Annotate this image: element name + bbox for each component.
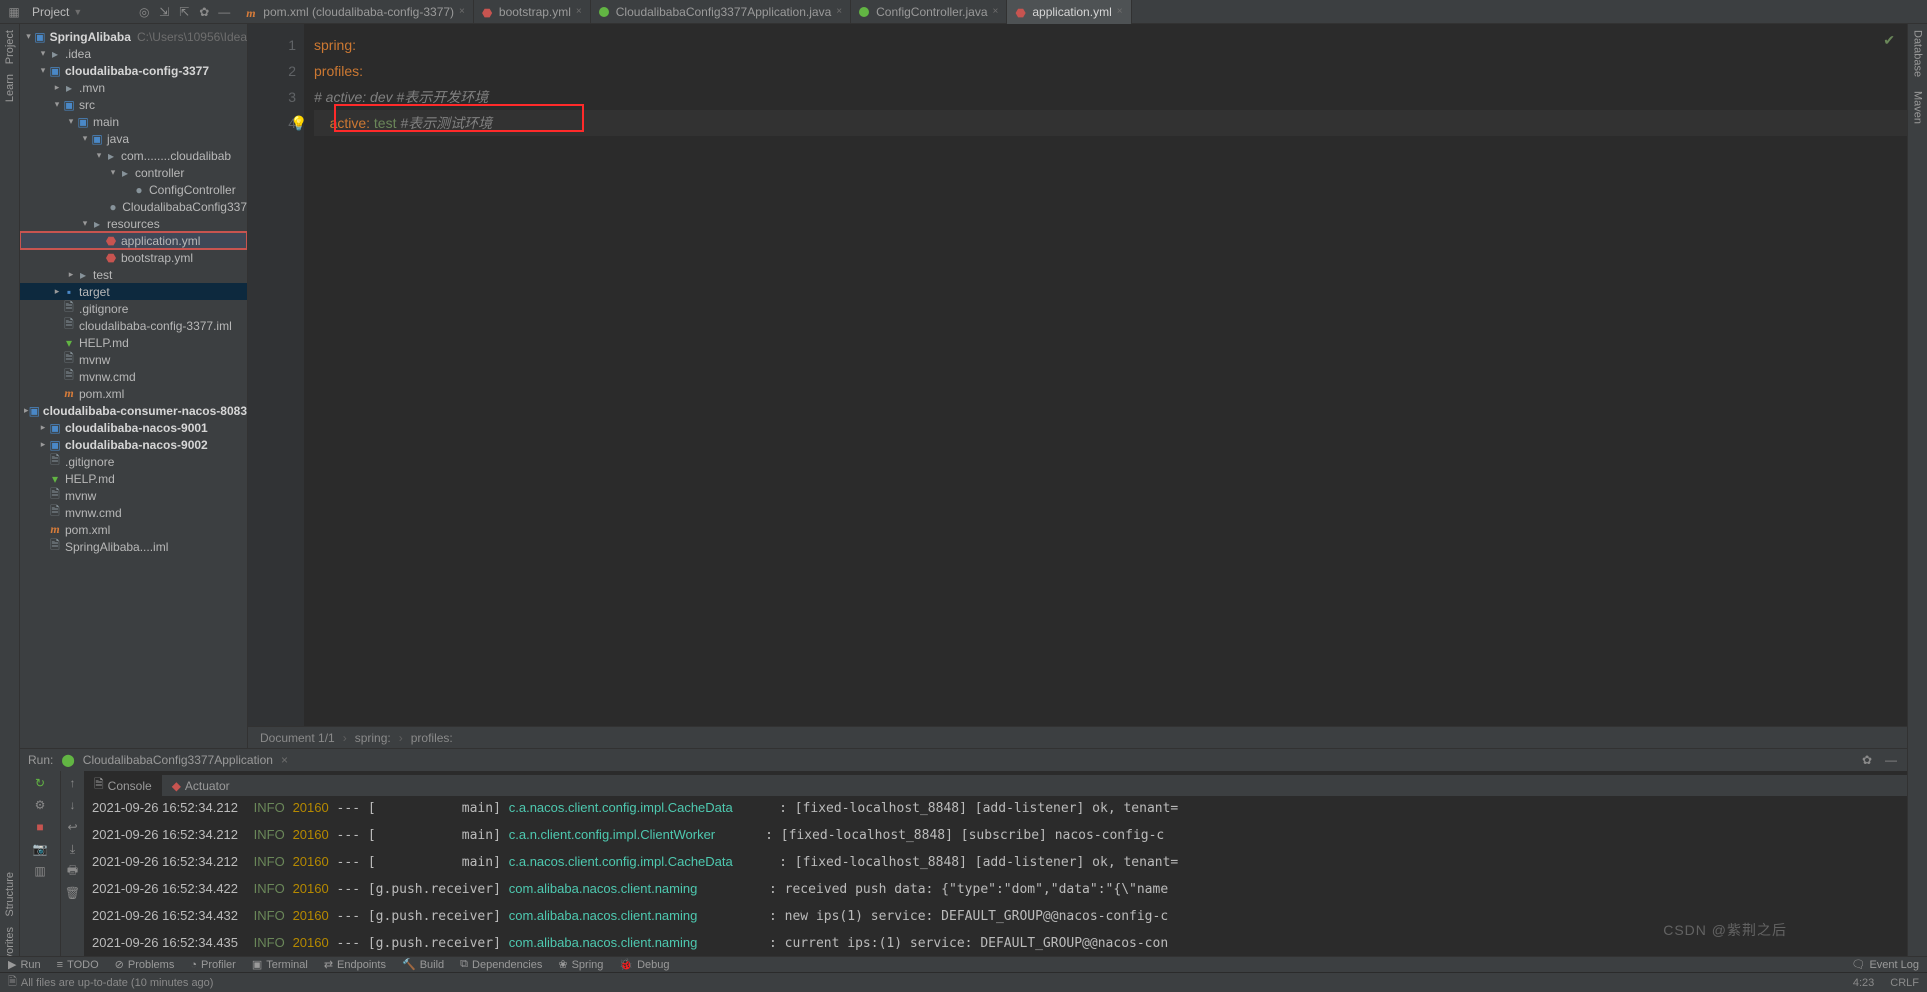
bb-problems[interactable]: ⊘ Problems	[115, 958, 175, 971]
tree-node[interactable]: ●CloudalibabaConfig337	[20, 198, 247, 215]
run-side-toolbar-2: 🗎Console ◆Actuator ↑ ↓ ↩ ⤓ 🖶 🗑	[60, 771, 84, 956]
tree-node[interactable]: ▾▣main	[20, 113, 247, 130]
wrap-icon[interactable]: ↩	[65, 819, 81, 835]
tree-node[interactable]: 🗎.gitignore	[20, 453, 247, 470]
left-tool-rail: Project Learn Structure Favorites	[0, 24, 20, 972]
console-tab[interactable]: 🗎Console	[84, 775, 162, 797]
tree-node[interactable]: ▾▸com........cloudalibab	[20, 147, 247, 164]
close-icon[interactable]: ×	[1117, 6, 1123, 17]
tree-node[interactable]: 🗎SpringAlibaba....iml	[20, 538, 247, 555]
rail-maven[interactable]: Maven	[1912, 91, 1924, 124]
tree-node[interactable]: 🗎mvnw.cmd	[20, 368, 247, 385]
up-icon[interactable]: ↑	[65, 775, 81, 791]
hide-icon[interactable]: —	[216, 4, 232, 20]
rail-database[interactable]: Database	[1912, 30, 1924, 77]
settings-icon[interactable]: ✿	[196, 4, 212, 20]
caret-position[interactable]: 4:23	[1853, 977, 1874, 989]
bottom-tool-bar: ▶ Run ≡ TODO ⊘ Problems ◔ Profiler ▣ Ter…	[0, 956, 1927, 972]
rail-structure[interactable]: Structure	[4, 872, 16, 917]
tree-node[interactable]: ▾▸resources	[20, 215, 247, 232]
editor-tab[interactable]: ⬣application.yml×	[1007, 0, 1131, 24]
line-ending[interactable]: CRLF	[1890, 977, 1919, 989]
project-dropdown[interactable]: Project▼	[26, 5, 88, 19]
close-icon[interactable]: ×	[576, 6, 582, 17]
tree-node[interactable]: ▸▣cloudalibaba-nacos-9001	[20, 419, 247, 436]
bb-run[interactable]: ▶ Run	[8, 958, 41, 971]
watermark: CSDN @紫荆之后	[1663, 920, 1787, 940]
run-tool-window: Run: ⬤ CloudalibabaConfig3377Application…	[20, 748, 1907, 956]
rerun-icon[interactable]: ↻	[32, 775, 48, 791]
bb-build[interactable]: 🔨 Build	[402, 958, 444, 971]
intention-bulb-icon[interactable]: 💡	[290, 110, 307, 136]
code-editor[interactable]: ✔ 1 2 3 4 spring: profiles: # active: de…	[248, 24, 1907, 748]
tree-node[interactable]: ▸▣cloudalibaba-consumer-nacos-8083	[20, 402, 247, 419]
tree-node[interactable]: ▾▣cloudalibaba-config-3377	[20, 62, 247, 79]
stop-icon[interactable]: ■	[32, 819, 48, 835]
tree-node[interactable]: mpom.xml	[20, 385, 247, 402]
run-hide-icon[interactable]: —	[1883, 752, 1899, 768]
run-attach-icon[interactable]: ⚙	[32, 797, 48, 813]
expand-icon[interactable]: ⇲	[156, 4, 172, 20]
tree-node[interactable]: ▸▸test	[20, 266, 247, 283]
tree-node[interactable]: 🗎mvnw.cmd	[20, 504, 247, 521]
tree-node[interactable]: ▾▸.idea	[20, 45, 247, 62]
top-toolbar: ▦ Project▼ ◎ ⇲ ⇱ ✿ — mpom.xml (cloudalib…	[0, 0, 1927, 24]
bb-spring[interactable]: ❀ Spring	[558, 958, 603, 971]
rail-project[interactable]: Project	[4, 30, 16, 64]
tree-node[interactable]: ▸▪target	[20, 283, 247, 300]
actuator-tab[interactable]: ◆Actuator	[162, 775, 240, 797]
down-icon[interactable]: ↓	[65, 797, 81, 813]
right-tool-rail: Database Maven	[1907, 24, 1927, 972]
tree-node[interactable]: ▾HELP.md	[20, 334, 247, 351]
status-message: All files are up-to-date (10 minutes ago…	[21, 977, 214, 989]
status-msg-icon: 🗎	[8, 973, 17, 992]
bb-dependencies[interactable]: ⧉ Dependencies	[460, 958, 542, 971]
editor-tab[interactable]: ⬣bootstrap.yml×	[474, 0, 591, 24]
tree-node[interactable]: ▾▸controller	[20, 164, 247, 181]
tree-node[interactable]: ⬣bootstrap.yml	[20, 249, 247, 266]
run-side-toolbar: ↻ ⚙ ■ 📷 ▥	[20, 771, 60, 956]
tree-node[interactable]: ●ConfigController	[20, 181, 247, 198]
close-icon[interactable]: ×	[836, 6, 842, 17]
rail-learn[interactable]: Learn	[4, 74, 16, 102]
close-icon[interactable]: ×	[993, 6, 999, 17]
run-config-name[interactable]: CloudalibabaConfig3377Application	[83, 753, 273, 767]
close-icon[interactable]: ×	[459, 6, 465, 17]
project-icon: ▦	[6, 4, 22, 20]
editor-tab[interactable]: mpom.xml (cloudalibaba-config-3377)×	[238, 0, 474, 24]
tree-node[interactable]: ▸▸.mvn	[20, 79, 247, 96]
tree-node[interactable]: ▾▣src	[20, 96, 247, 113]
tree-root[interactable]: ▾ ▣ SpringAlibaba C:\Users\10956\Idea	[20, 28, 247, 45]
layout-icon[interactable]: ▥	[32, 863, 48, 879]
collapse-icon[interactable]: ⇱	[176, 4, 192, 20]
status-bar: 🗎 All files are up-to-date (10 minutes a…	[0, 972, 1927, 992]
editor-tab[interactable]: CloudalibabaConfig3377Application.java×	[591, 0, 851, 24]
run-title: Run:	[28, 753, 53, 767]
run-settings-icon[interactable]: ✿	[1859, 752, 1875, 768]
bb-profiler[interactable]: ◔ Profiler	[190, 959, 236, 971]
print-icon[interactable]: 🖶	[65, 863, 81, 879]
editor-tab[interactable]: ConfigController.java×	[851, 0, 1007, 24]
bb-eventlog[interactable]: 🗨 Event Log	[1851, 958, 1919, 971]
dump-icon[interactable]: 📷	[32, 841, 48, 857]
editor-tabs: mpom.xml (cloudalibaba-config-3377)×⬣boo…	[238, 0, 1927, 24]
scroll-icon[interactable]: ⤓	[65, 841, 81, 857]
console-output[interactable]: 2021-09-26 16:52:34.212 INFO 20160 --- […	[84, 793, 1907, 956]
bb-terminal[interactable]: ▣ Terminal	[252, 958, 308, 971]
bb-endpoints[interactable]: ⇄ Endpoints	[324, 958, 386, 971]
bb-debug[interactable]: 🐞 Debug	[619, 958, 669, 971]
tree-node[interactable]: 🗎cloudalibaba-config-3377.iml	[20, 317, 247, 334]
tree-node[interactable]: 🗎.gitignore	[20, 300, 247, 317]
clear-icon[interactable]: 🗑	[65, 885, 81, 901]
tree-node[interactable]: ⬣application.yml	[20, 232, 247, 249]
tree-node[interactable]: 🗎mvnw	[20, 351, 247, 368]
target-icon[interactable]: ◎	[136, 4, 152, 20]
tree-node[interactable]: ▾▣java	[20, 130, 247, 147]
editor-breadcrumb: Document 1/1› spring:› profiles:	[248, 726, 1907, 748]
project-tree-panel: ▾ ▣ SpringAlibaba C:\Users\10956\Idea ▾▸…	[20, 24, 248, 748]
bb-todo[interactable]: ≡ TODO	[57, 959, 99, 971]
code-area[interactable]: spring: profiles: # active: dev #表示开发环境 …	[304, 24, 1907, 726]
